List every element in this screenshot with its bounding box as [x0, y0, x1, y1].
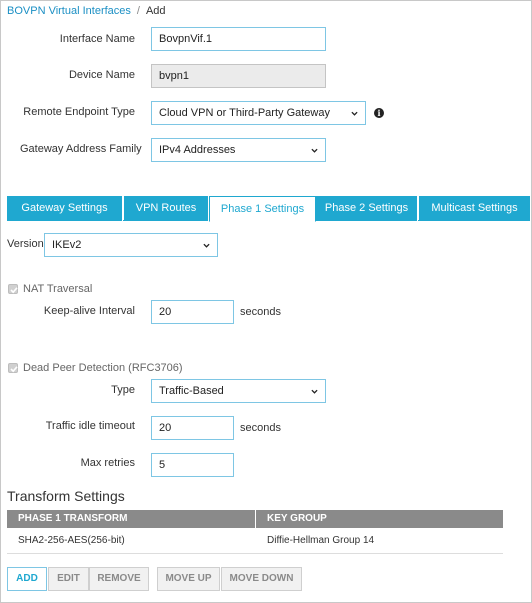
interface-name-input[interactable]: BovpnVif.1	[151, 27, 326, 51]
remove-button[interactable]: REMOVE	[89, 567, 149, 591]
dpd-type-select[interactable]: Traffic-Based	[151, 379, 326, 403]
nat-traversal-label: NAT Traversal	[23, 283, 93, 295]
keepalive-interval-label: Keep-alive Interval	[43, 305, 135, 317]
keepalive-interval-input[interactable]: 20	[151, 300, 234, 324]
remote-endpoint-type-label: Remote Endpoint Type	[23, 106, 135, 118]
settings-tabs: Gateway Settings VPN Routes Phase 1 Sett…	[7, 196, 530, 222]
device-name-field: bvpn1	[151, 64, 326, 88]
chevron-down-icon	[203, 243, 210, 248]
dead-peer-detection-checkbox[interactable]	[8, 363, 18, 373]
add-button[interactable]: ADD	[7, 567, 47, 591]
traffic-idle-timeout-label: Traffic idle timeout	[45, 420, 135, 432]
checkmark-icon	[10, 366, 18, 373]
chevron-down-icon	[311, 148, 318, 153]
gateway-address-family-value: IPv4 Addresses	[159, 144, 236, 156]
tab-phase-2-settings[interactable]: Phase 2 Settings	[316, 196, 418, 221]
dead-peer-detection-label: Dead Peer Detection (RFC3706)	[23, 362, 183, 374]
info-icon[interactable]: i	[374, 108, 384, 118]
version-label: Version	[7, 238, 44, 250]
table-cell-transform: SHA2-256-AES(256-bit)	[18, 535, 125, 546]
breadcrumb-separator: /	[136, 5, 140, 17]
version-value: IKEv2	[52, 239, 82, 251]
max-retries-input[interactable]: 5	[151, 453, 234, 477]
breadcrumb-current: Add	[145, 5, 166, 17]
gateway-address-family-label: Gateway Address Family	[20, 143, 142, 155]
breadcrumb-link-bovpn-virtual-interfaces[interactable]: BOVPN Virtual Interfaces	[7, 5, 131, 17]
keepalive-unit: seconds	[240, 306, 281, 318]
nat-traversal-checkbox[interactable]	[8, 284, 18, 294]
table-row-divider	[7, 553, 503, 554]
max-retries-label: Max retries	[80, 457, 135, 469]
breadcrumb: BOVPN Virtual Interfaces / Add	[7, 5, 166, 17]
interface-name-label: Interface Name	[59, 33, 135, 45]
table-cell-key-group: Diffie-Hellman Group 14	[267, 535, 375, 546]
gateway-address-family-select[interactable]: IPv4 Addresses	[151, 138, 326, 162]
move-down-button[interactable]: MOVE DOWN	[221, 567, 302, 591]
tab-gateway-settings[interactable]: Gateway Settings	[7, 196, 123, 221]
tab-multicast-settings[interactable]: Multicast Settings	[419, 196, 530, 221]
transform-settings-title: Transform Settings	[7, 488, 125, 504]
traffic-idle-timeout-unit: seconds	[240, 422, 281, 434]
dpd-type-value: Traffic-Based	[159, 385, 224, 397]
move-up-button[interactable]: MOVE UP	[157, 567, 220, 591]
column-header-key-group[interactable]: KEY GROUP	[256, 510, 503, 528]
traffic-idle-timeout-input[interactable]: 20	[151, 416, 234, 440]
remote-endpoint-type-select[interactable]: Cloud VPN or Third-Party Gateway	[151, 101, 366, 125]
chevron-down-icon	[311, 389, 318, 394]
remote-endpoint-type-value: Cloud VPN or Third-Party Gateway	[159, 107, 330, 119]
column-header-phase1-transform[interactable]: PHASE 1 TRANSFORM	[7, 510, 255, 528]
checkmark-icon	[10, 287, 18, 294]
chevron-down-icon	[351, 111, 358, 116]
tab-phase-1-settings[interactable]: Phase 1 Settings	[209, 196, 316, 222]
device-name-label: Device Name	[68, 69, 135, 81]
edit-button[interactable]: EDIT	[48, 567, 89, 591]
tab-vpn-routes[interactable]: VPN Routes	[124, 196, 209, 221]
dpd-type-label: Type	[111, 384, 135, 396]
version-select[interactable]: IKEv2	[44, 233, 218, 257]
